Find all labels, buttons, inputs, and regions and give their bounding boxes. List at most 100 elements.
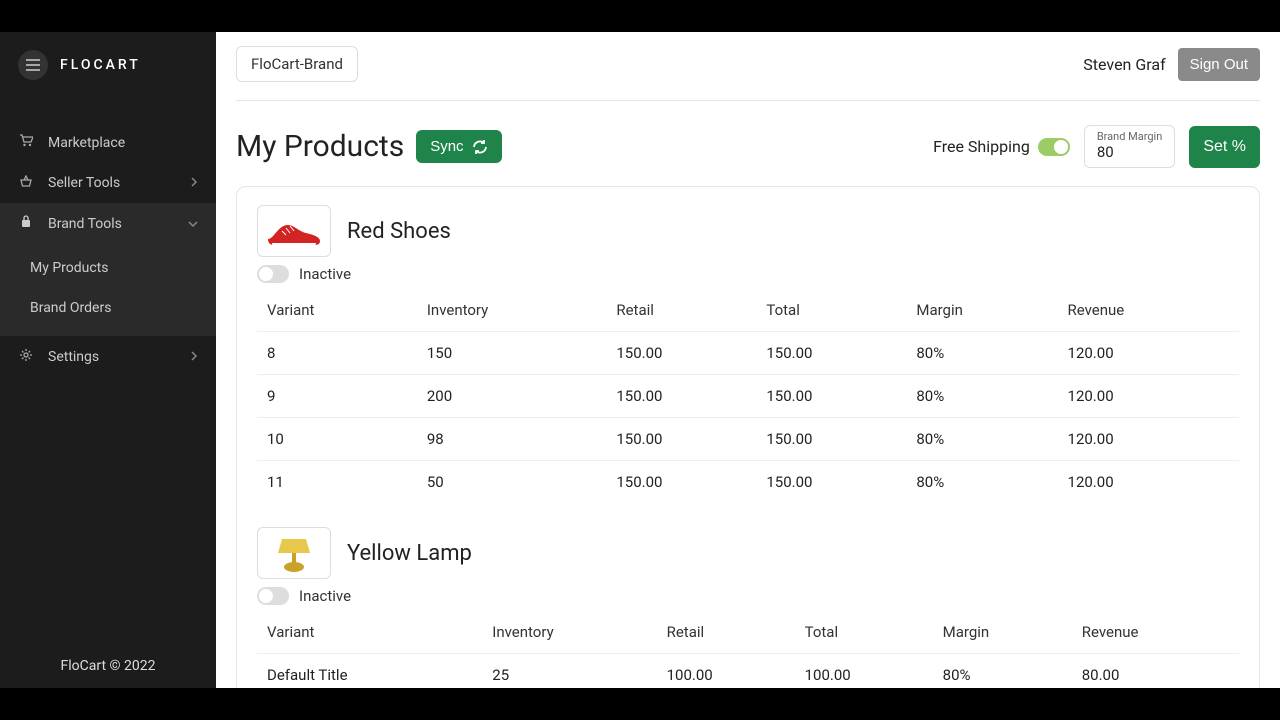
cell-total: 100.00 [799,654,937,689]
cell-retail: 150.00 [610,461,760,504]
sidebar-header: FLOCART [0,32,216,98]
cell-margin: 80% [910,418,1061,461]
toggle-knob [1054,140,1068,154]
sync-label: Sync [430,138,463,155]
product-name: Red Shoes [347,219,451,244]
product-active-toggle[interactable] [257,265,289,283]
nav-label: Marketplace [48,135,125,151]
table-row: 8 150 150.00 150.00 80% 120.00 [257,332,1239,375]
cell-revenue: 80.00 [1076,654,1239,689]
top-bar: FloCart-Brand Steven Graf Sign Out [236,32,1260,101]
cell-variant: 11 [257,461,421,504]
toggle-knob [259,267,273,281]
cell-inventory: 200 [421,375,611,418]
page-title: My Products [236,129,404,164]
chevron-down-icon [188,216,198,232]
product-thumbnail [257,527,331,579]
sidebar-subitem-brand-orders[interactable]: Brand Orders [0,288,216,328]
lamp-icon [272,531,316,575]
main-content: FloCart-Brand Steven Graf Sign Out My Pr… [216,32,1280,688]
brand-tools-submenu: My Products Brand Orders [0,244,216,336]
cell-total: 150.00 [760,461,910,504]
app-shell: FLOCART Marketplace Seller Tools [0,32,1280,688]
sidebar-item-marketplace[interactable]: Marketplace [0,122,216,163]
cell-variant: 8 [257,332,421,375]
col-total: Total [760,289,910,332]
variants-table: Variant Inventory Retail Total Margin Re… [257,611,1239,688]
sidebar: FLOCART Marketplace Seller Tools [0,32,216,688]
col-variant: Variant [257,289,421,332]
col-revenue: Revenue [1076,611,1239,654]
set-percent-button[interactable]: Set % [1189,126,1260,168]
col-retail: Retail [610,289,760,332]
window-top-bar [0,0,1280,32]
cell-total: 150.00 [760,332,910,375]
sidebar-item-settings[interactable]: Settings [0,336,216,378]
chevron-right-icon [191,175,198,191]
cell-retail: 100.00 [661,654,799,689]
brand-margin-input[interactable]: Brand Margin 80 [1084,125,1176,168]
cell-revenue: 120.00 [1062,332,1239,375]
product-header: Yellow Lamp [257,527,1239,579]
col-inventory: Inventory [486,611,660,654]
col-margin: Margin [910,289,1061,332]
brand-logo-text: FLOCART [60,57,141,73]
cell-variant: 10 [257,418,421,461]
sign-out-button[interactable]: Sign Out [1178,48,1260,81]
menu-toggle-button[interactable] [18,50,48,80]
col-total: Total [799,611,937,654]
cell-retail: 150.00 [610,418,760,461]
nav-label: Brand Tools [48,216,122,232]
free-shipping-label: Free Shipping [933,137,1030,156]
variants-table: Variant Inventory Retail Total Margin Re… [257,289,1239,503]
cell-variant: 9 [257,375,421,418]
cell-total: 150.00 [760,375,910,418]
cell-total: 150.00 [760,418,910,461]
product-name: Yellow Lamp [347,541,472,566]
free-shipping-control: Free Shipping [933,137,1070,156]
product-status-label: Inactive [299,587,351,605]
workspace-badge[interactable]: FloCart-Brand [236,46,358,82]
cell-retail: 150.00 [610,375,760,418]
cell-revenue: 120.00 [1062,418,1239,461]
cell-inventory: 98 [421,418,611,461]
table-row: 9 200 150.00 150.00 80% 120.00 [257,375,1239,418]
products-card: Red Shoes Inactive Variant Inventory Ret… [236,186,1260,688]
table-row: 11 50 150.00 150.00 80% 120.00 [257,461,1239,504]
nav-label: Seller Tools [48,175,120,191]
product-block: Red Shoes Inactive Variant Inventory Ret… [257,205,1239,503]
brand-margin-value: 80 [1097,143,1163,161]
page-header-right: Free Shipping Brand Margin 80 Set % [933,125,1260,168]
free-shipping-toggle[interactable] [1038,138,1070,156]
product-header: Red Shoes [257,205,1239,257]
col-variant: Variant [257,611,486,654]
col-inventory: Inventory [421,289,611,332]
nav-label: Settings [48,349,99,365]
product-status-row: Inactive [257,265,1239,283]
cell-revenue: 120.00 [1062,375,1239,418]
col-retail: Retail [661,611,799,654]
cell-margin: 80% [937,654,1076,689]
lock-icon [18,215,34,232]
product-thumbnail [257,205,331,257]
cell-inventory: 150 [421,332,611,375]
brand-margin-label: Brand Margin [1097,130,1163,143]
toggle-knob [259,589,273,603]
window-bottom-bar [0,688,1280,720]
hamburger-icon [26,59,40,71]
sidebar-footer: FloCart © 2022 [0,644,216,688]
sidebar-item-brand-tools[interactable]: Brand Tools [0,203,216,244]
cell-revenue: 120.00 [1062,461,1239,504]
product-active-toggle[interactable] [257,587,289,605]
refresh-icon [472,140,488,154]
sidebar-subitem-my-products[interactable]: My Products [0,248,216,288]
cell-margin: 80% [910,332,1061,375]
chevron-right-icon [191,349,198,365]
shoe-icon [264,213,324,249]
cell-variant: Default Title [257,654,486,689]
cell-retail: 150.00 [610,332,760,375]
col-revenue: Revenue [1062,289,1239,332]
sync-button[interactable]: Sync [416,130,501,163]
basket-icon [18,175,34,191]
sidebar-item-seller-tools[interactable]: Seller Tools [0,163,216,203]
